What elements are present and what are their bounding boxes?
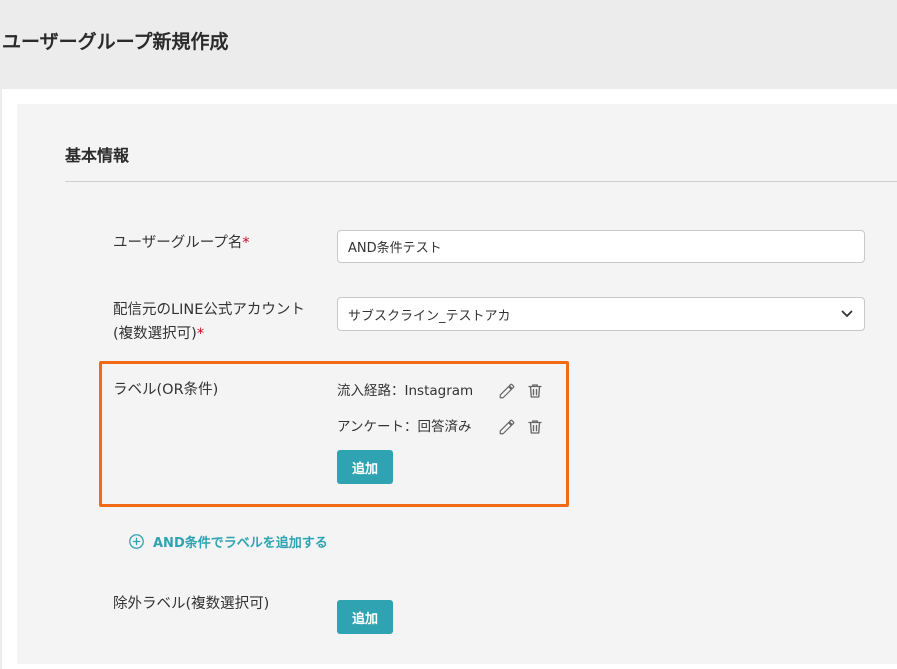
add-and-condition-link[interactable]: AND条件でラベルを追加する <box>128 532 328 551</box>
plus-circle-icon <box>128 533 145 550</box>
group-name-input[interactable] <box>337 230 865 263</box>
add-and-condition-text: AND条件でラベルを追加する <box>153 536 328 551</box>
line-account-selected-value: サブスクライン_テストアカ <box>348 308 511 324</box>
line-account-select[interactable]: サブスクライン_テストアカ <box>337 297 865 331</box>
line-account-label-line2: (複数選択可) <box>113 326 197 342</box>
add-label-button[interactable]: 追加 <box>337 450 393 484</box>
line-account-label: 配信元のLINE公式アカウント (複数選択可)* <box>113 298 305 346</box>
trash-icon[interactable] <box>525 417 545 437</box>
add-exclude-label-button[interactable]: 追加 <box>337 600 393 634</box>
label-item: アンケート：回答済み <box>337 419 472 435</box>
required-mark: * <box>242 235 250 251</box>
label-or-label: ラベル(OR条件) <box>113 382 219 398</box>
pencil-icon[interactable] <box>497 417 517 437</box>
pencil-icon[interactable] <box>497 381 517 401</box>
exclude-label-label: 除外ラベル(複数選択可) <box>113 596 270 612</box>
group-name-label-text: ユーザーグループ名 <box>113 235 243 251</box>
section-divider <box>65 181 897 182</box>
page-title: ユーザーグループ新規作成 <box>2 31 229 53</box>
label-item: 流入経路：Instagram <box>337 383 474 399</box>
section-title-basic-info: 基本情報 <box>65 146 130 165</box>
trash-icon[interactable] <box>525 381 545 401</box>
required-mark: * <box>196 326 205 342</box>
chevron-down-icon <box>840 307 854 321</box>
line-account-label-line1: 配信元のLINE公式アカウント <box>113 302 305 318</box>
group-name-label: ユーザーグループ名* <box>113 231 250 255</box>
